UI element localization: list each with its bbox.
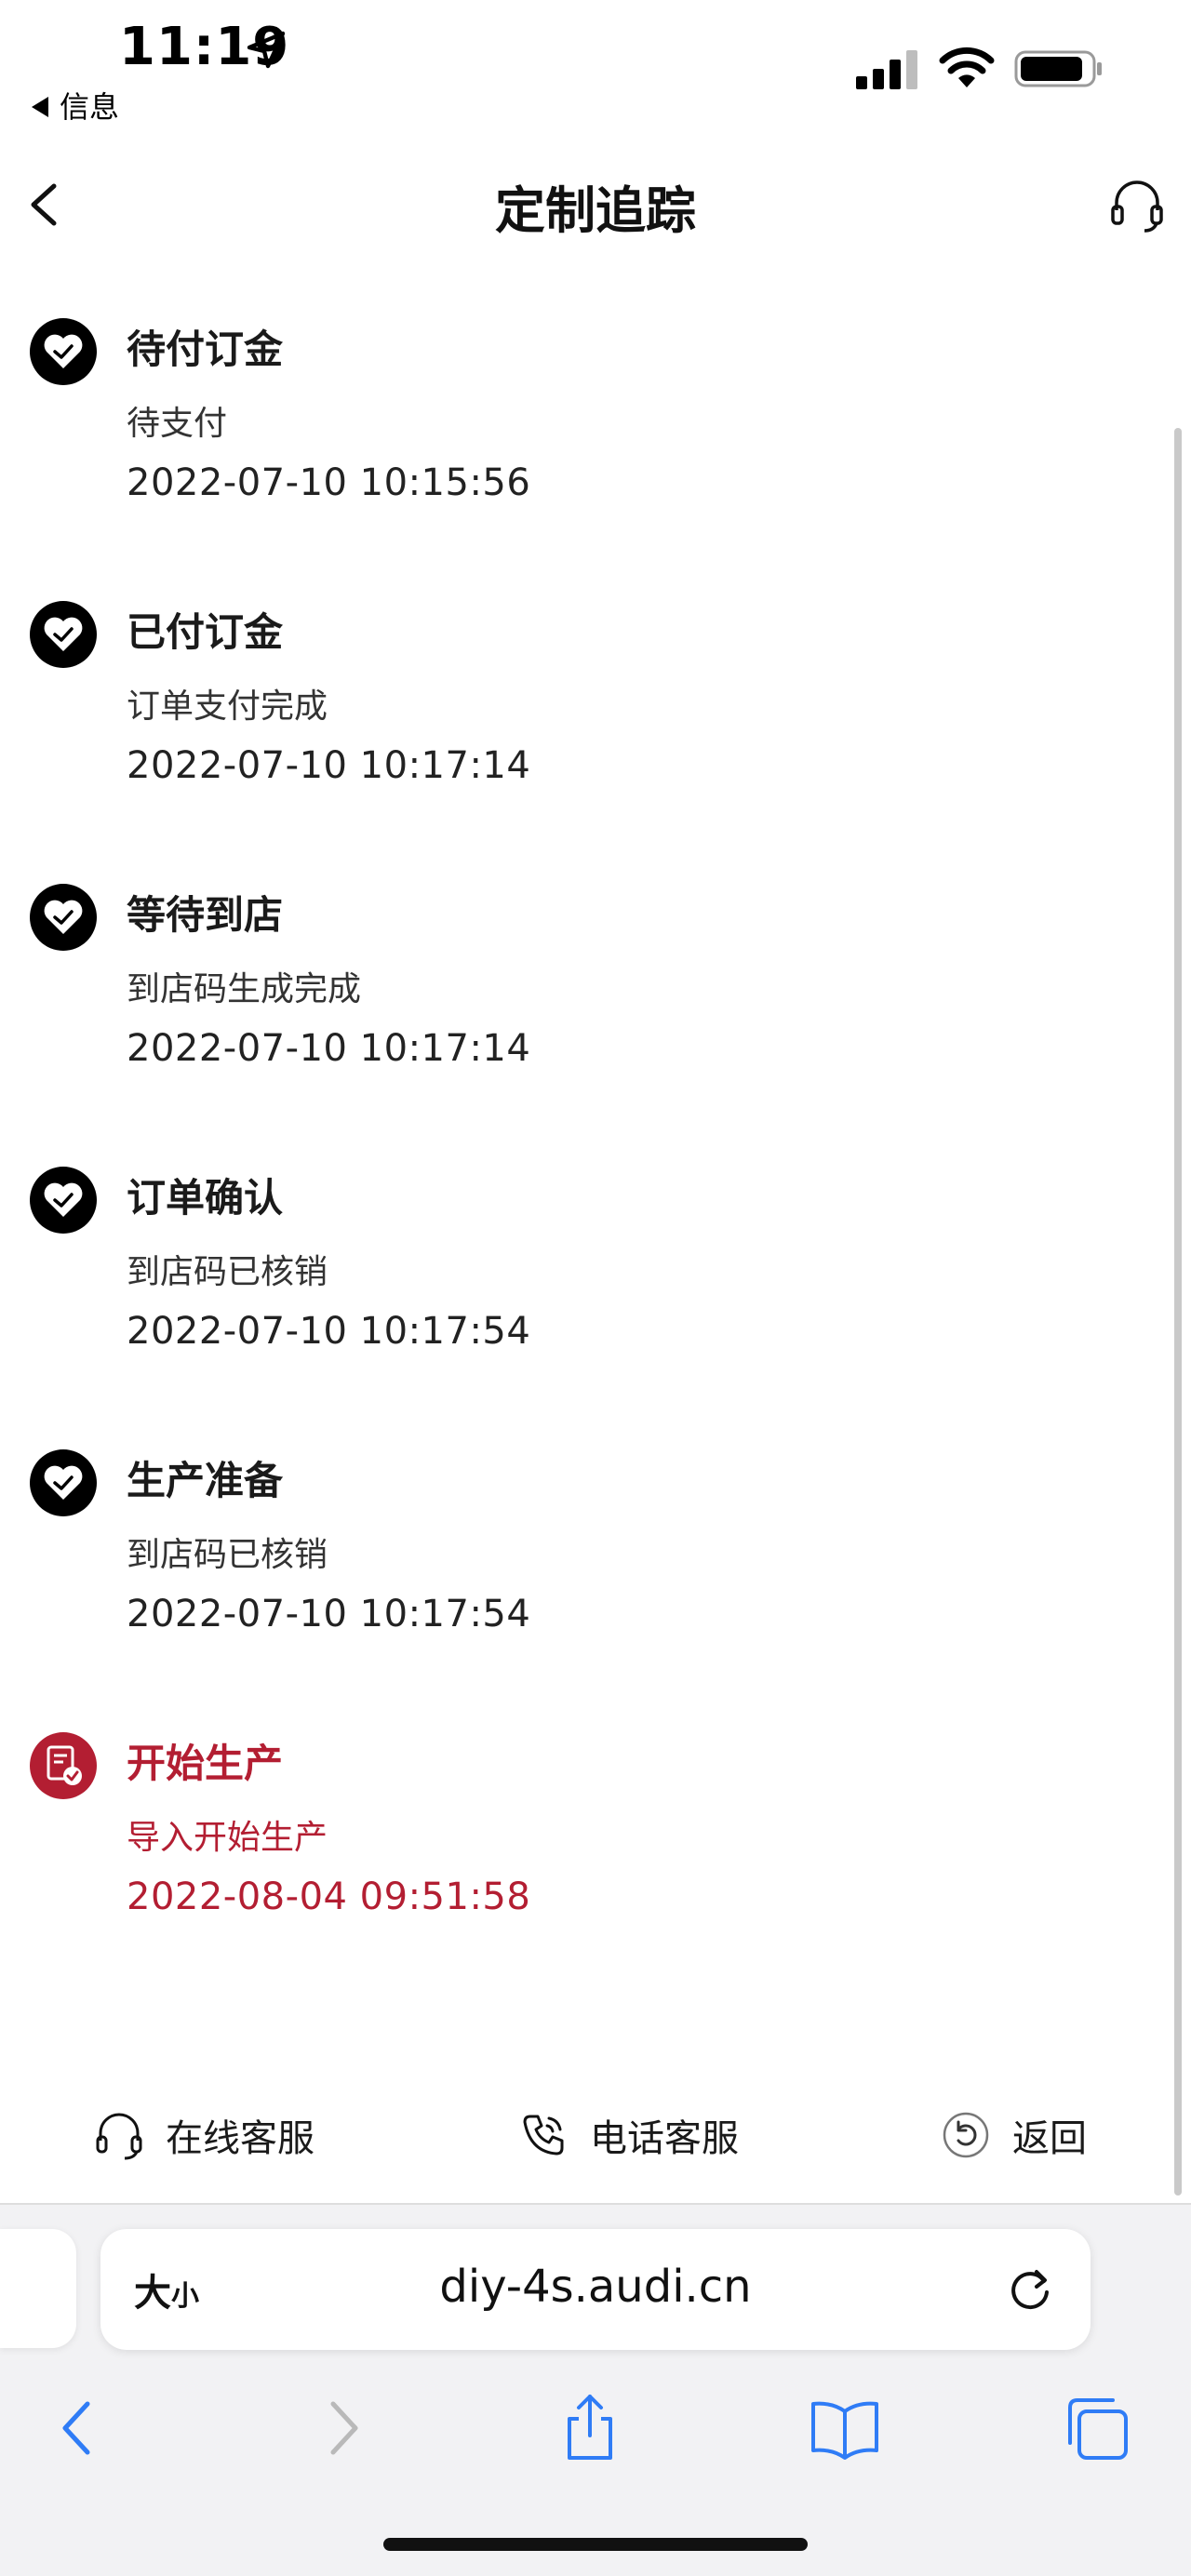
return-label: 返回 (1012, 2117, 1087, 2160)
step-description: 到店码已核销 (127, 1536, 328, 1574)
step-description: 到店码生成完成 (127, 970, 362, 1008)
step-timestamp: 2022-07-10 10:17:14 (127, 1027, 531, 1070)
headset-icon (96, 2113, 142, 2160)
back-app-label: 信息 (60, 89, 120, 125)
share-icon[interactable] (553, 2391, 627, 2465)
status-bar: 11:19 信息 (0, 0, 1191, 130)
step-timestamp: 2022-07-10 10:17:14 (127, 744, 531, 787)
checked-heart-icon (30, 1449, 97, 1516)
checked-heart-icon (30, 601, 97, 668)
browser-toolbar: 大小 diy-4s.audi.cn (0, 2205, 1191, 2576)
previous-tab-preview[interactable] (0, 2229, 76, 2348)
step-description: 待支付 (127, 405, 228, 443)
back-to-app-link[interactable]: 信息 (32, 84, 119, 127)
timeline-step: 订单确认 到店码已核销 2022-07-10 10:17:54 (0, 1155, 1172, 1438)
back-triangle-icon (32, 97, 48, 117)
page-title: 定制追踪 (495, 181, 696, 240)
phone-service-label: 电话客服 (590, 2117, 739, 2160)
bookmarks-icon[interactable] (808, 2391, 882, 2465)
production-document-icon (30, 1732, 97, 1799)
step-timestamp: 2022-07-10 10:17:54 (127, 1310, 531, 1353)
address-bar[interactable]: 大小 diy-4s.audi.cn (100, 2229, 1091, 2350)
timeline-step: 已付订金 订单支付完成 2022-07-10 10:17:14 (0, 590, 1172, 873)
step-title: 生产准备 (127, 1458, 284, 1503)
step-title: 开始生产 (127, 1741, 284, 1786)
url-text[interactable]: diy-4s.audi.cn (100, 2261, 1091, 2313)
step-title: 待付订金 (127, 327, 284, 372)
browser-forward-icon[interactable] (303, 2391, 378, 2465)
step-description: 导入开始生产 (127, 1819, 328, 1857)
home-indicator[interactable] (383, 2538, 808, 2551)
checked-heart-icon (30, 1167, 97, 1234)
online-service-button[interactable]: 在线客服 (93, 2102, 314, 2168)
checked-heart-icon (30, 318, 97, 385)
undo-circle-icon (943, 2112, 989, 2158)
tracking-timeline: 待付订金 待支付 2022-07-10 10:15:56 已付订金 订单支付完成… (0, 307, 1172, 2004)
timeline-step: 待付订金 待支付 2022-07-10 10:15:56 (0, 307, 1172, 590)
step-description: 到店码已核销 (127, 1253, 328, 1291)
step-timestamp: 2022-07-10 10:15:56 (127, 461, 531, 504)
return-button[interactable]: 返回 (940, 2102, 1087, 2168)
step-title: 已付订金 (127, 609, 284, 655)
step-description: 订单支付完成 (127, 687, 328, 726)
battery-icon (1014, 50, 1102, 87)
browser-back-icon[interactable] (43, 2391, 117, 2465)
phone-icon (523, 2115, 564, 2156)
wifi-icon (939, 47, 995, 87)
reload-icon[interactable] (1001, 2261, 1059, 2318)
page-scrollbar[interactable] (1174, 428, 1182, 2196)
location-arrow-icon (247, 31, 286, 69)
step-title: 订单确认 (127, 1175, 284, 1221)
step-title: 等待到店 (127, 892, 284, 938)
checked-heart-icon (30, 884, 97, 951)
timeline-step: 等待到店 到店码生成完成 2022-07-10 10:17:14 (0, 873, 1172, 1155)
bottom-action-bar: 在线客服 电话客服 返回 (0, 2084, 1191, 2186)
cellular-signal-icon (856, 50, 917, 89)
tabs-icon[interactable] (1059, 2391, 1133, 2465)
step-timestamp: 2022-07-10 10:17:54 (127, 1593, 531, 1635)
timeline-step-current: 开始生产 导入开始生产 2022-08-04 09:51:58 (0, 1721, 1172, 2004)
phone-service-button[interactable]: 电话客服 (517, 2102, 739, 2168)
online-service-label: 在线客服 (166, 2117, 314, 2160)
headset-icon[interactable] (1107, 175, 1167, 234)
timeline-step: 生产准备 到店码已核销 2022-07-10 10:17:54 (0, 1438, 1172, 1721)
step-timestamp: 2022-08-04 09:51:58 (127, 1875, 531, 1918)
navigation-bar: 定制追踪 (0, 149, 1191, 260)
